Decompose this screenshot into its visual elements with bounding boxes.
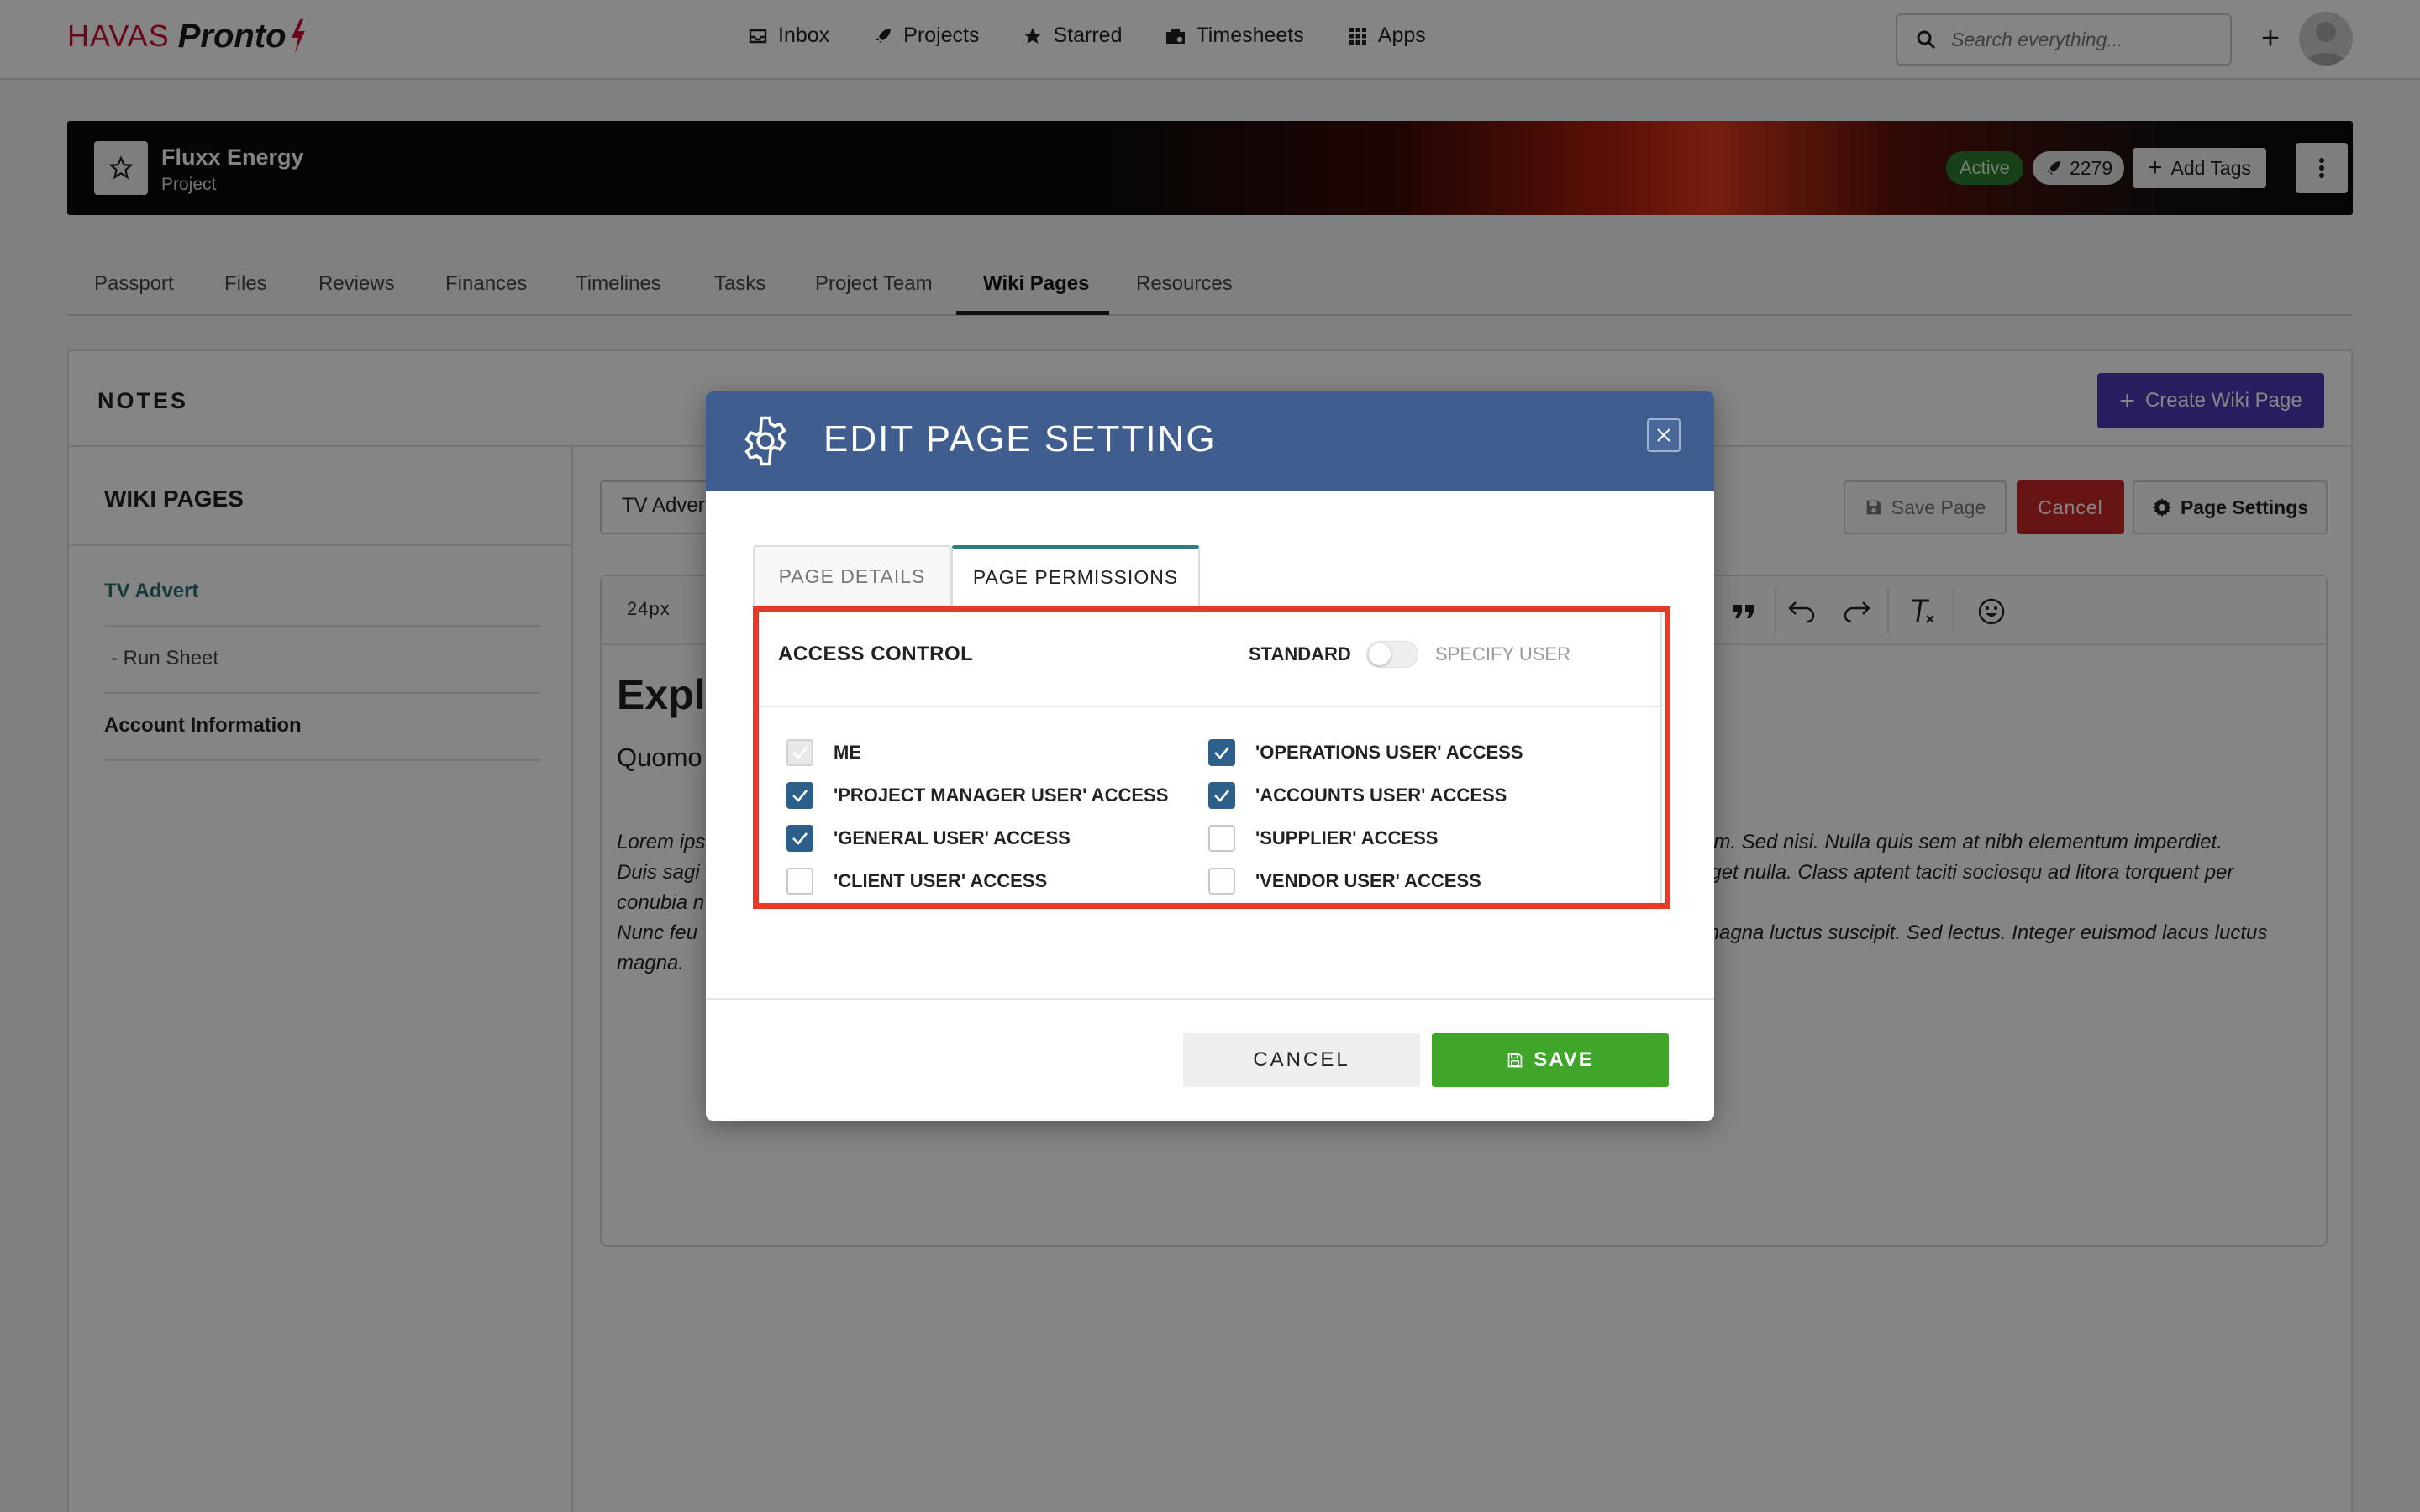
highlight-frame: [753, 606, 1670, 909]
edit-page-setting-modal: EDIT PAGE SETTING PAGE DETAILS PAGE PERM…: [706, 391, 1714, 1121]
save-label: SAVE: [1534, 1048, 1594, 1071]
gear-icon: [744, 416, 786, 466]
save-button[interactable]: SAVE: [1432, 1033, 1669, 1087]
tab-page-details[interactable]: PAGE DETAILS: [753, 545, 951, 606]
modal-footer-divider: [706, 998, 1714, 1000]
modal-header: EDIT PAGE SETTING: [706, 391, 1714, 491]
modal-close-button[interactable]: [1647, 418, 1681, 452]
modal-title: EDIT PAGE SETTING: [823, 418, 1217, 459]
tab-page-permissions[interactable]: PAGE PERMISSIONS: [951, 545, 1200, 606]
floppy-disk-icon: [1507, 1053, 1523, 1068]
close-icon: [1657, 428, 1670, 442]
cancel-button[interactable]: CANCEL: [1183, 1033, 1420, 1087]
